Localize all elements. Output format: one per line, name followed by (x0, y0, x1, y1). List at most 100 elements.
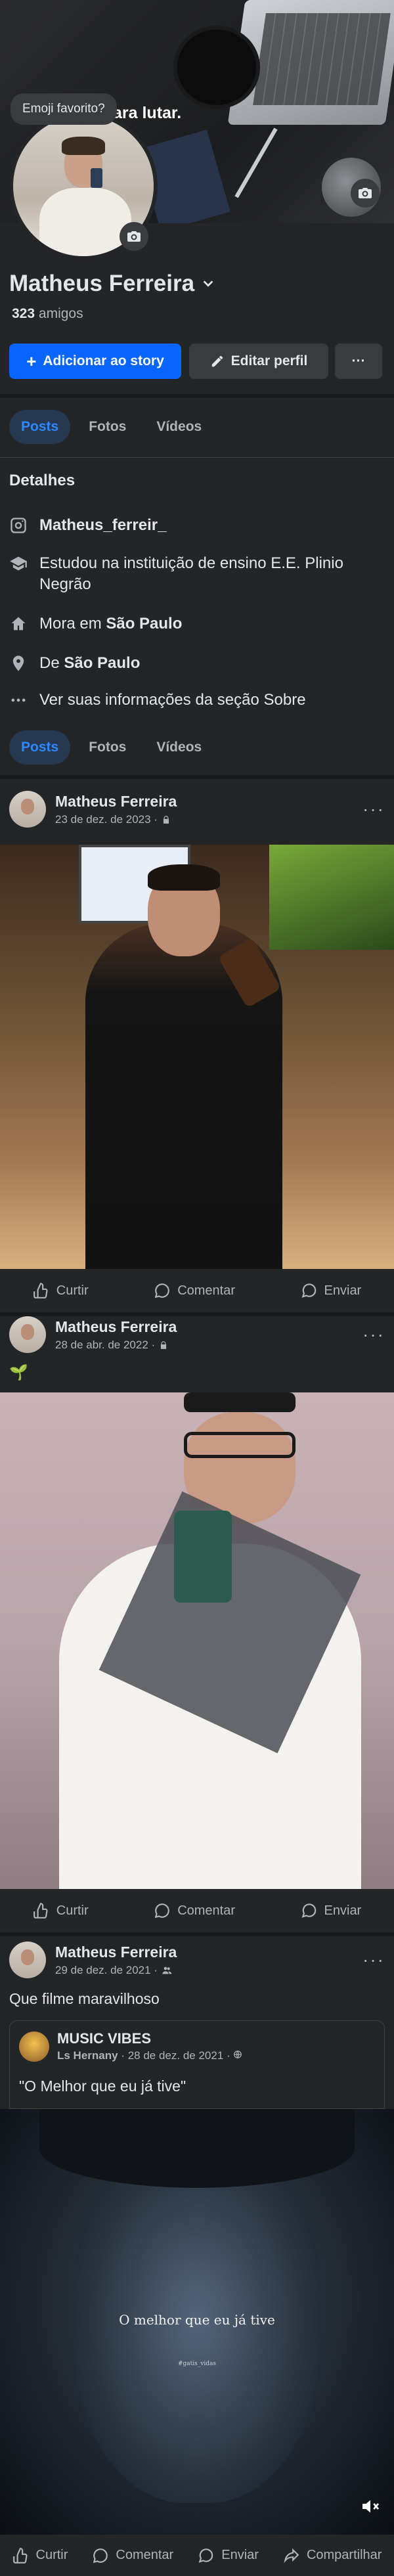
post-date[interactable]: 28 de abr. de 2022 · (55, 1339, 353, 1352)
avatar[interactable] (9, 791, 46, 828)
instagram-handle: Matheus_ferreir_ (39, 516, 167, 534)
instagram-icon (11, 518, 26, 533)
like-button[interactable]: Curtir (33, 1282, 89, 1299)
post-options-icon[interactable]: ··· (362, 1949, 385, 1970)
shared-quote: "O Melhor que eu já tive" (19, 2077, 186, 2095)
post-actions: Curtir Comentar Enviar (0, 1269, 394, 1312)
add-story-label: Adicionar ao story (43, 353, 164, 368)
more-options-button[interactable]: ··· (335, 344, 382, 379)
mute-icon[interactable] (360, 2496, 381, 2520)
shared-page-name[interactable]: MUSIC VIBES (57, 2030, 242, 2047)
pen-image (234, 127, 278, 198)
post-header: Matheus Ferreira 23 de dez. de 2023 · ··… (9, 791, 385, 828)
tab-posts[interactable]: Posts (9, 730, 71, 765)
post-photo[interactable] (0, 1392, 394, 1889)
like-label: Curtir (56, 1283, 89, 1298)
post-author[interactable]: Matheus Ferreira (55, 1318, 353, 1336)
tab-photos[interactable]: Fotos (77, 410, 138, 444)
lock-icon (163, 815, 169, 824)
send-label: Enviar (324, 1903, 362, 1918)
post-header: Matheus Ferreira 28 de abr. de 2022 · ··… (9, 1316, 385, 1353)
tab-videos[interactable]: Vídeos (144, 730, 213, 765)
edit-cover-camera-icon[interactable] (351, 179, 380, 208)
edit-profile-label: Editar perfil (230, 353, 308, 368)
divider (0, 775, 394, 779)
comment-label: Comentar (177, 1283, 235, 1298)
tab-videos[interactable]: Vídeos (144, 410, 213, 444)
friends-count[interactable]: 323 amigos (12, 306, 83, 322)
divider (0, 394, 394, 398)
thumbs-up-icon (33, 1283, 48, 1299)
edit-profile-picture-camera-icon[interactable] (120, 222, 148, 251)
see-about-link[interactable]: Ver suas informações da seção Sobre (9, 690, 383, 711)
details-title: Detalhes (9, 472, 76, 489)
send-button[interactable]: Enviar (301, 1282, 362, 1299)
divider (0, 1932, 394, 1936)
add-story-button[interactable]: + Adicionar ao story (9, 344, 181, 379)
post-date-text: 29 de dez. de 2021 · (55, 1963, 158, 1976)
comment-label: Comentar (177, 1903, 235, 1918)
send-label: Enviar (221, 2548, 259, 2562)
comment-button[interactable]: Comentar (154, 1902, 235, 1919)
graduation-cap-icon (10, 556, 27, 571)
friends-label: amigos (38, 306, 83, 321)
share-label: Compartilhar (306, 2548, 382, 2562)
friends-icon (162, 1966, 172, 1974)
like-button[interactable]: Curtir (12, 2547, 68, 2564)
comment-button[interactable]: Comentar (92, 2547, 173, 2564)
avatar[interactable] (9, 1316, 46, 1353)
friends-number: 323 (12, 306, 35, 321)
post-options-icon[interactable]: ··· (362, 799, 385, 820)
edit-profile-button[interactable]: Editar perfil (189, 344, 328, 379)
detail-education: Estudou na instituição de ensino E.E. Pl… (9, 553, 383, 595)
more-label: ··· (351, 353, 366, 368)
chevron-down-icon[interactable] (201, 277, 215, 291)
detail-instagram[interactable]: Matheus_ferreir_ (9, 515, 383, 536)
like-label: Curtir (35, 2548, 68, 2562)
profile-tabs: Posts Fotos Vídeos (9, 410, 213, 444)
shared-author[interactable]: Ls Hernany (57, 2049, 118, 2062)
post-actions: Curtir Comentar Enviar Compartilhar (0, 2535, 394, 2576)
tab-photos[interactable]: Fotos (77, 730, 138, 765)
post-header: Matheus Ferreira 29 de dez. de 2021 · ··… (9, 1942, 385, 1978)
send-button[interactable]: Enviar (198, 2547, 259, 2564)
lives-city: São Paulo (106, 615, 183, 633)
post-date-text: 28 de abr. de 2022 · (55, 1338, 156, 1351)
share-button[interactable]: Compartilhar (283, 2547, 382, 2564)
post-text: 🌱 (9, 1364, 28, 1381)
plus-icon: + (26, 351, 37, 371)
avatar[interactable] (9, 1942, 46, 1978)
post-options-icon[interactable]: ··· (362, 1324, 385, 1345)
post-photo[interactable] (0, 845, 394, 1269)
comment-label: Comentar (116, 2548, 174, 2562)
send-button[interactable]: Enviar (301, 1902, 362, 1919)
post-date[interactable]: 29 de dez. de 2021 · (55, 1964, 353, 1977)
thumbs-up-icon (33, 1903, 48, 1919)
mug-image (177, 30, 256, 105)
post-text: Que filme maravilhoso (9, 1990, 160, 2007)
detail-from: De São Paulo (9, 653, 383, 674)
whatsapp-icon (301, 1283, 316, 1298)
comment-icon (154, 1283, 170, 1299)
tab-posts[interactable]: Posts (9, 410, 71, 444)
comment-button[interactable]: Comentar (154, 1282, 235, 1299)
shared-page-avatar[interactable] (19, 2031, 49, 2062)
globe-icon (234, 2051, 242, 2058)
pencil-icon (211, 355, 223, 367)
post-author[interactable]: Matheus Ferreira (55, 793, 353, 811)
like-button[interactable]: Curtir (33, 1902, 89, 1919)
lives-prefix: Mora em (39, 615, 106, 633)
like-label: Curtir (56, 1903, 89, 1918)
lock-icon (161, 1341, 167, 1349)
education-text: Estudou na instituição de ensino E.E. Pl… (39, 554, 343, 593)
shared-post-card[interactable]: MUSIC VIBES Ls Hernany · 28 de dez. de 2… (9, 2020, 385, 2109)
content-tabs: Posts Fotos Vídeos (9, 730, 213, 765)
detail-lives-in: Mora em São Paulo (9, 613, 383, 634)
emoji-prompt-bubble[interactable]: Emoji favorito? (11, 93, 117, 125)
video-watermark: #gatis_vidas (178, 2361, 216, 2367)
profile-name[interactable]: Matheus Ferreira (9, 271, 215, 297)
post-author[interactable]: Matheus Ferreira (55, 1943, 353, 1961)
cover-slogan: ara lutar. (113, 104, 182, 122)
post-date[interactable]: 23 de dez. de 2023 · (55, 813, 353, 826)
send-label: Enviar (324, 1283, 362, 1298)
